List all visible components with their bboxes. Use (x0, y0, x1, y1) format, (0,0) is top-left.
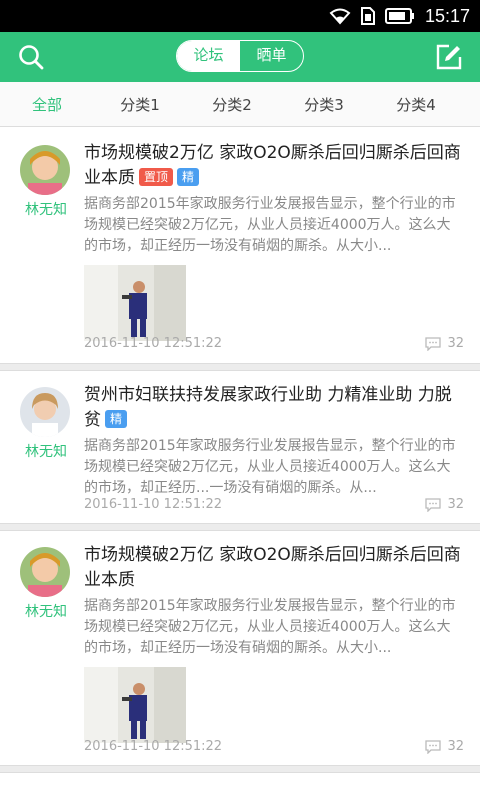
post-title-text: 贺州市妇联扶持发展家政行业助 力精准业助 力脱贫 (84, 385, 452, 430)
post-timestamp: 2016-11-10 12:51:22 (84, 336, 223, 351)
comment-icon (425, 739, 442, 754)
post-card[interactable]: 林无知 市场规模破2万亿 家政O2O厮杀后回归厮杀后回商业本质 置顶精 据商务部2… (0, 126, 480, 364)
avatar[interactable] (20, 145, 70, 195)
post-timestamp: 2016-11-10 12:51:22 (84, 739, 223, 754)
tab-category-2[interactable]: 分类2 (186, 94, 278, 115)
segment-forum[interactable]: 论坛 (177, 41, 240, 71)
post-card[interactable]: 林无知 贺州市妇联扶持发展家政行业助 力精准业助 力脱贫精 据商务部2015年家… (0, 370, 480, 524)
comment-count[interactable]: 32 (425, 739, 464, 754)
avatar[interactable] (20, 547, 70, 597)
author-name[interactable]: 林无知 (14, 441, 78, 461)
category-tabs: 全部 分类1 分类2 分类3 分类4 分 (0, 82, 480, 127)
wifi-icon (329, 7, 351, 25)
compose-icon[interactable] (436, 44, 462, 70)
search-icon[interactable] (18, 44, 44, 70)
comment-count[interactable]: 32 (425, 336, 464, 351)
post-title-text: 市场规模破2万亿 家政O2O厮杀后回归厮杀后回商业本质 (84, 545, 461, 590)
comment-count[interactable]: 32 (425, 497, 464, 512)
featured-badge: 精 (105, 410, 128, 428)
tab-category-3[interactable]: 分类3 (278, 94, 370, 115)
segment-control: 论坛 晒单 (176, 40, 304, 72)
post-thumbnail[interactable] (84, 265, 186, 341)
post-card[interactable]: 林无知 市场规模破2万亿 家政O2O厮杀后回归厮杀后回商业本质 据商务部2015… (0, 530, 480, 766)
post-excerpt: 据商务部2015年家政服务行业发展报告显示，整个行业的市场规模已经突破2万亿元，… (84, 598, 456, 656)
tab-category-5[interactable]: 分 (462, 94, 480, 115)
post-timestamp: 2016-11-10 12:51:22 (84, 497, 223, 512)
post-title[interactable]: 贺州市妇联扶持发展家政行业助 力精准业助 力脱贫精 (84, 383, 464, 433)
post-excerpt: 据商务部2015年家政服务行业发展报告显示，整个行业的市场规模已经突破2万亿元，… (84, 196, 456, 254)
tab-all[interactable]: 全部 (0, 94, 94, 115)
post-thumbnail[interactable] (84, 667, 186, 743)
sim-card-icon (360, 7, 375, 25)
top-bar: 论坛 晒单 (0, 32, 480, 82)
avatar[interactable] (20, 387, 70, 437)
pinned-badge: 置顶 (139, 168, 174, 186)
post-title[interactable]: 市场规模破2万亿 家政O2O厮杀后回归厮杀后回商业本质 置顶精 (84, 141, 464, 191)
comment-count-value: 32 (447, 336, 464, 351)
comment-icon (425, 336, 442, 351)
status-time: 15:17 (424, 5, 470, 26)
tab-category-1[interactable]: 分类1 (94, 94, 186, 115)
battery-icon (384, 8, 415, 24)
comment-icon (425, 497, 442, 512)
author-name[interactable]: 林无知 (14, 601, 78, 621)
post-title[interactable]: 市场规模破2万亿 家政O2O厮杀后回归厮杀后回商业本质 (84, 543, 464, 593)
featured-badge: 精 (177, 168, 200, 186)
author-name[interactable]: 林无知 (14, 199, 78, 219)
comment-count-value: 32 (447, 739, 464, 754)
next-post-card-edge (0, 772, 480, 801)
status-bar: 15:17 (0, 0, 480, 32)
tab-category-4[interactable]: 分类4 (370, 94, 462, 115)
post-excerpt: 据商务部2015年家政服务行业发展报告显示，整个行业的市场规模已经突破2万亿元，… (84, 438, 456, 496)
comment-count-value: 32 (447, 497, 464, 512)
segment-showcase[interactable]: 晒单 (240, 41, 303, 71)
